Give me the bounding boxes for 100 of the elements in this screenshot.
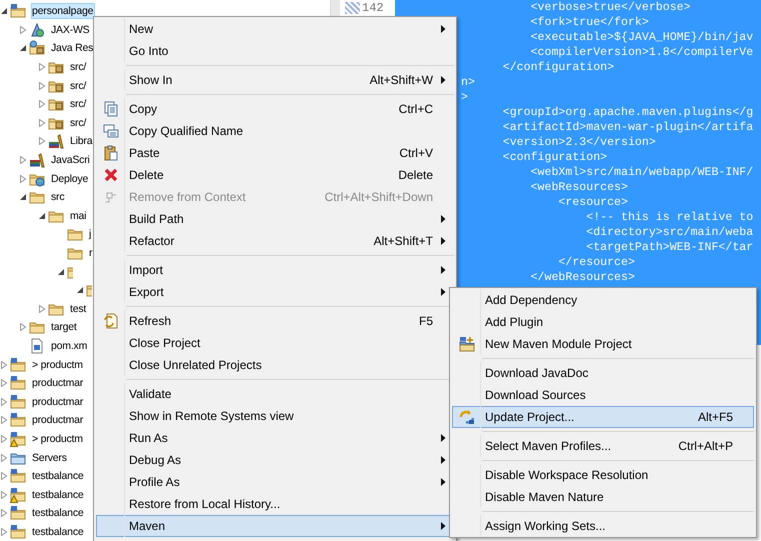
collapsed-arrow-icon[interactable]	[38, 304, 46, 313]
code-line: <fork>true</fork>	[530, 15, 650, 30]
code-line: <webXml>src/main/webapp/WEB-INF/	[530, 165, 754, 180]
tree-item[interactable]: Libra	[69, 133, 94, 150]
expanded-arrow-icon[interactable]	[19, 193, 27, 202]
code-line: <version>2.3</version>	[502, 135, 657, 150]
menu-item[interactable]: Profile As	[96, 471, 454, 493]
menu-item[interactable]: Select Maven Profiles... Ctrl+Alt+P	[452, 435, 754, 457]
paste-icon	[102, 145, 118, 161]
tree-item[interactable]: testbalance	[31, 505, 86, 522]
collapsed-arrow-icon[interactable]	[0, 472, 8, 480]
code-line: <compilerVersion>1.8</compilerVe	[530, 45, 754, 60]
tree-item[interactable]: JavaScri	[50, 152, 92, 168]
collapsed-arrow-icon[interactable]	[19, 156, 27, 164]
menu-item[interactable]: Validate	[96, 383, 454, 405]
tree-item[interactable]: src/	[69, 78, 88, 94]
menu-item[interactable]: Show in Remote Systems view	[96, 405, 454, 427]
expanded-arrow-icon[interactable]	[57, 268, 65, 276]
menu-item[interactable]: New	[96, 18, 454, 40]
expanded-arrow-icon[interactable]	[38, 212, 46, 220]
tree-item[interactable]: src/	[69, 96, 88, 112]
collapsed-arrow-icon[interactable]	[38, 118, 46, 127]
collapsed-arrow-icon[interactable]	[0, 454, 8, 462]
tree-item[interactable]: pom.xm	[50, 338, 90, 354]
tree-item[interactable]: Servers	[31, 450, 69, 466]
code-line: <resource>	[557, 195, 629, 210]
collapsed-arrow-icon[interactable]	[0, 360, 8, 369]
menu-item[interactable]: Debug As	[96, 449, 454, 471]
tree-item[interactable]: > productm	[31, 356, 85, 373]
code-line: <executable>${JAVA_HOME}/bin/jav	[530, 30, 754, 45]
collapsed-arrow-icon[interactable]	[0, 379, 8, 388]
menu-item[interactable]: Paste Ctrl+V	[96, 142, 454, 164]
menu-item[interactable]: Copy Qualified Name	[96, 120, 454, 142]
menu-item[interactable]: Close Unrelated Projects	[96, 354, 454, 376]
tree-item[interactable]: mai	[69, 208, 88, 224]
menu-item[interactable]: Disable Maven Nature	[452, 486, 754, 508]
tree-item[interactable]: Deploye	[50, 170, 90, 187]
refresh-icon	[458, 409, 474, 425]
code-line: <artifactId>maven-war-plugin</artifa	[502, 120, 754, 135]
menu-item[interactable]: Disable Workspace Resolution	[452, 464, 754, 486]
menu-item[interactable]: Download JavaDoc	[452, 362, 754, 384]
folder-icon	[458, 336, 474, 352]
tree-item[interactable]: src/	[69, 59, 88, 76]
code-line: </configuration>	[502, 60, 616, 75]
menu-item[interactable]: Build Path	[96, 208, 454, 230]
code-line: <webResources>	[530, 180, 629, 195]
expanded-arrow-icon[interactable]	[76, 286, 84, 294]
expanded-arrow-icon[interactable]	[0, 7, 8, 16]
tree-item[interactable]: r	[88, 245, 94, 262]
menu-item[interactable]: New Maven Module Project	[452, 333, 754, 355]
copy-icon	[102, 101, 118, 117]
code-line: </resource>	[557, 255, 636, 270]
code-line: <groupId>org.apache.maven.plugins</g	[502, 105, 754, 120]
menu-item[interactable]: Go Into	[96, 40, 454, 62]
tree-item[interactable]: personalpage	[31, 3, 96, 20]
collapsed-arrow-icon[interactable]	[38, 100, 46, 108]
tree-item[interactable]: test	[69, 300, 88, 317]
tree-item[interactable]: target	[50, 319, 79, 336]
menu-item[interactable]: Show In Alt+Shift+W	[96, 69, 454, 91]
menu-item[interactable]: Close Project	[96, 332, 454, 354]
menu-item[interactable]: Run As	[96, 427, 454, 449]
tree-item[interactable]: productmar	[31, 375, 86, 392]
collapsed-arrow-icon[interactable]	[0, 509, 8, 518]
menu-item[interactable]: Refactor Alt+Shift+T	[96, 230, 454, 252]
delete-icon	[102, 167, 118, 183]
menu-item[interactable]: Delete Delete	[96, 164, 454, 186]
code-line: <!-- this is relative to	[585, 210, 754, 225]
collapsed-arrow-icon[interactable]	[0, 490, 8, 499]
code-line: <directory>src/main/weba	[585, 225, 754, 240]
tree-item[interactable]: testbalance	[31, 486, 86, 503]
refresh-icon	[102, 313, 118, 329]
copy-icon	[102, 123, 118, 139]
tree-item[interactable]: testbalance	[31, 468, 86, 484]
collapsed-arrow-icon[interactable]	[0, 398, 8, 406]
collapsed-arrow-icon[interactable]	[38, 137, 46, 146]
code-line: </webResources>	[530, 270, 636, 285]
tree-item[interactable]: productmar	[31, 394, 86, 410]
tree-item[interactable]: src/	[69, 114, 88, 131]
collapsed-arrow-icon[interactable]	[38, 63, 46, 72]
menu-item[interactable]: Add Dependency	[452, 289, 754, 311]
expanded-arrow-icon[interactable]	[19, 44, 27, 52]
tree-item[interactable]: testbalance	[31, 524, 86, 540]
collapsed-arrow-icon[interactable]	[19, 323, 27, 332]
menu-item[interactable]: Assign Working Sets...	[452, 515, 754, 537]
tree-item[interactable]: src	[50, 189, 66, 206]
menu-item[interactable]: Add Plugin	[452, 311, 754, 333]
tree-item[interactable]: productmar	[31, 412, 86, 428]
collapsed-arrow-icon[interactable]	[19, 26, 27, 34]
collapsed-arrow-icon[interactable]	[38, 82, 46, 90]
collapsed-arrow-icon[interactable]	[19, 174, 27, 183]
tree-item[interactable]: > productm	[31, 430, 85, 447]
tree-item[interactable]: Java Res	[50, 40, 96, 56]
tree-item[interactable]: j	[88, 226, 94, 242]
collapsed-arrow-icon[interactable]	[0, 528, 8, 536]
menu-item[interactable]: Update Project... Alt+F5	[452, 406, 754, 428]
tree-item[interactable]: JAX-WS	[50, 22, 92, 38]
collapsed-arrow-icon[interactable]	[0, 434, 8, 443]
collapsed-arrow-icon[interactable]	[0, 416, 8, 424]
menu-item[interactable]: Import	[96, 259, 454, 281]
menu-item[interactable]: Copy Ctrl+C	[96, 98, 454, 120]
